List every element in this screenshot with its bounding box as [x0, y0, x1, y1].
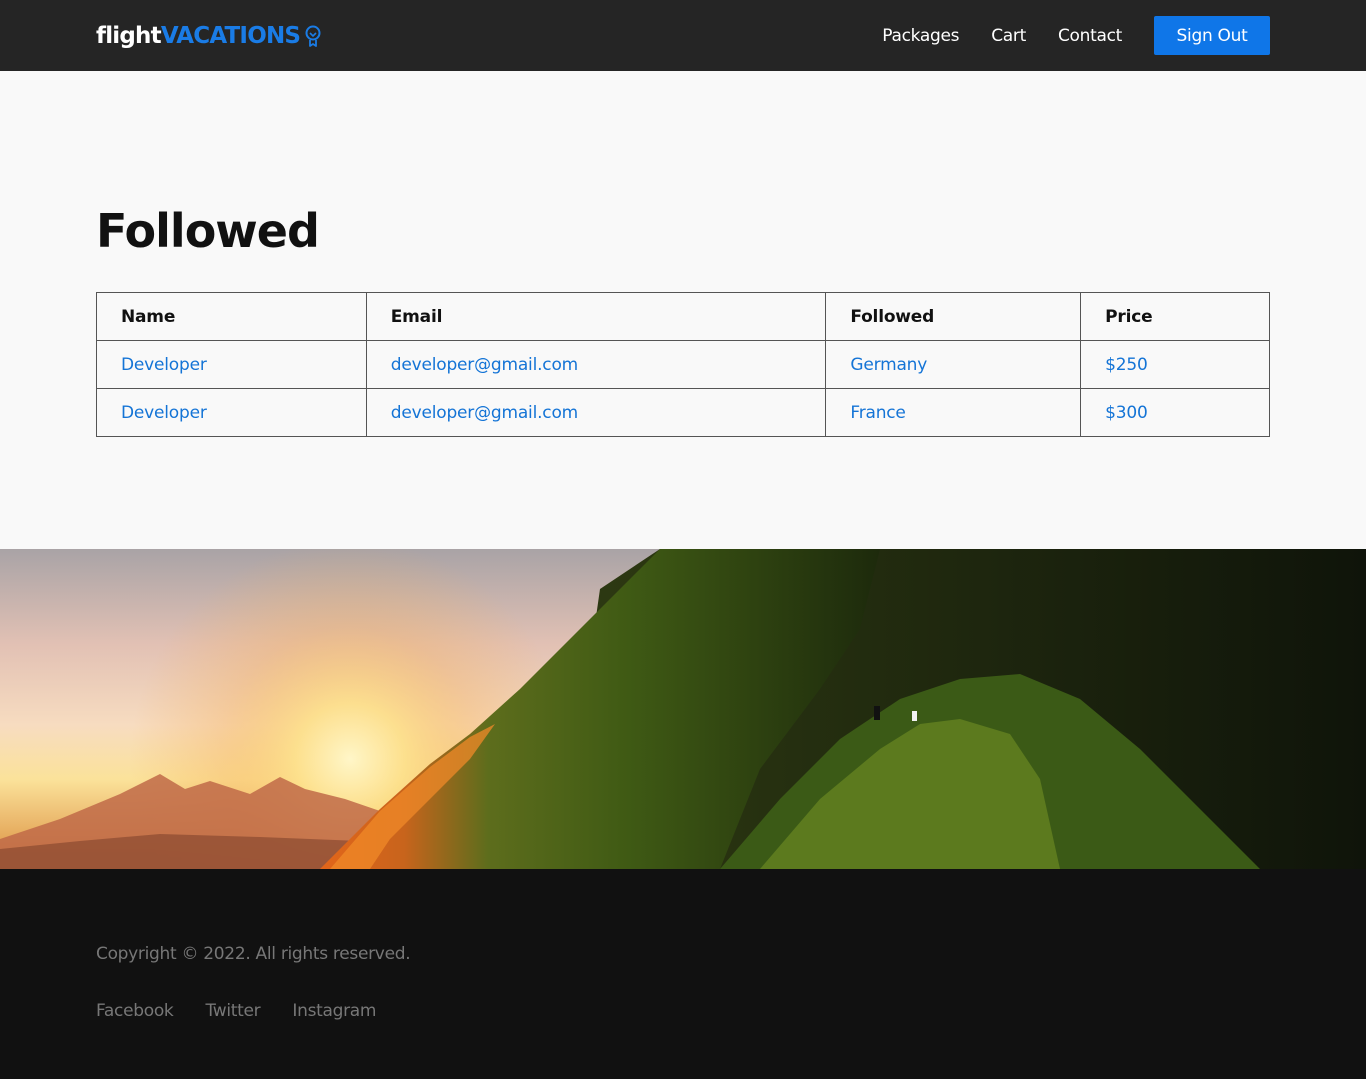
nav-link-contact[interactable]: Contact	[1058, 26, 1122, 46]
price-link[interactable]: $300	[1105, 403, 1148, 423]
header-email: Email	[365, 292, 827, 341]
main-content: Followed Name Email Followed Price Devel…	[0, 71, 1366, 549]
cell-followed: France	[825, 388, 1082, 437]
cell-price: $250	[1080, 340, 1270, 389]
cell-name: Developer	[96, 340, 367, 389]
table-row: Developer developer@gmail.com France $30…	[96, 388, 1270, 437]
followed-link[interactable]: France	[850, 403, 906, 423]
name-link[interactable]: Developer	[121, 403, 207, 423]
brand-text-flight: flight	[96, 23, 162, 49]
name-link[interactable]: Developer	[121, 355, 207, 375]
header-name: Name	[96, 292, 367, 341]
cell-followed: Germany	[825, 340, 1082, 389]
header-price: Price	[1080, 292, 1270, 341]
email-link[interactable]: developer@gmail.com	[391, 403, 578, 423]
lightbulb-icon	[304, 24, 322, 48]
copyright-text: Copyright © 2022. All rights reserved.	[96, 944, 411, 964]
price-link[interactable]: $250	[1105, 355, 1148, 375]
hero-mountain-image	[0, 549, 1366, 869]
hiker-figure	[874, 706, 880, 720]
sign-out-button[interactable]: Sign Out	[1154, 16, 1270, 55]
cell-email: developer@gmail.com	[365, 388, 827, 437]
navbar: flight VACATIONS Packages Cart Contact Si…	[0, 0, 1366, 71]
brand-text-vacations: VACATIONS	[160, 23, 301, 49]
nav-menu: Packages Cart Contact Sign Out	[882, 16, 1270, 55]
mountain-illustration	[0, 549, 1366, 869]
footer: Copyright © 2022. All rights reserved. F…	[0, 869, 1366, 1079]
nav-link-packages[interactable]: Packages	[882, 26, 959, 46]
followed-link[interactable]: Germany	[850, 355, 927, 375]
social-links: Facebook Twitter Instagram	[96, 1001, 408, 1021]
header-followed: Followed	[825, 292, 1082, 341]
table-row: Developer developer@gmail.com Germany $2…	[96, 340, 1270, 389]
cell-name: Developer	[96, 388, 367, 437]
hiker-figure	[912, 711, 917, 721]
table-header-row: Name Email Followed Price	[96, 292, 1270, 341]
facebook-link[interactable]: Facebook	[96, 1001, 174, 1021]
instagram-link[interactable]: Instagram	[292, 1001, 376, 1021]
twitter-link[interactable]: Twitter	[205, 1001, 260, 1021]
cell-price: $300	[1080, 388, 1270, 437]
followed-table: Name Email Followed Price Developer deve…	[96, 292, 1270, 437]
cell-email: developer@gmail.com	[365, 340, 827, 389]
brand-logo[interactable]: flight VACATIONS	[96, 22, 322, 50]
email-link[interactable]: developer@gmail.com	[391, 355, 578, 375]
nav-link-cart[interactable]: Cart	[991, 26, 1026, 46]
page-title: Followed	[96, 204, 320, 258]
